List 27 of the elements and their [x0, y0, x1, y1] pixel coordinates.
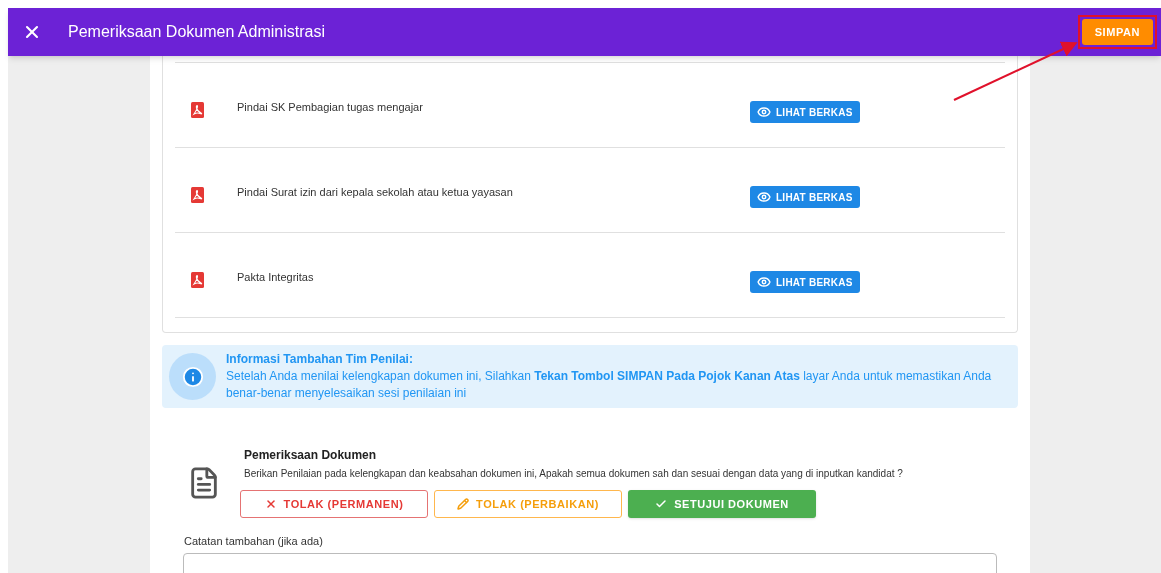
document-name: Pakta Integritas: [237, 270, 315, 285]
pdf-file-icon: [191, 102, 204, 118]
view-file-button[interactable]: LIHAT BERKAS: [750, 271, 860, 293]
decision-button[interactable]: TOLAK (PERMANEN): [240, 490, 428, 518]
review-description: Berikan Penilaian pada kelengkapan dan keabsahan dokumen ini, Apakah semua dokumen sah dan sesuai dengan data yang di inputkan kandidat ?: [244, 467, 903, 481]
pdf-file-icon: [191, 272, 204, 288]
view-file-button[interactable]: LIHAT BERKAS: [750, 101, 860, 123]
decision-button[interactable]: SETUJUI DOKUMEN: [628, 490, 816, 518]
check-icon: [655, 498, 668, 510]
document-name: Pindai Surat izin dari kepala sekolah atau ketua yayasan: [237, 185, 514, 200]
eye-icon: [757, 275, 771, 289]
eye-icon: [757, 105, 771, 119]
eye-icon: [757, 190, 771, 204]
info-title: Informasi Tambahan Tim Penilai:: [226, 351, 414, 368]
save-button[interactable]: SIMPAN: [1081, 19, 1153, 46]
pencil-icon: [457, 498, 470, 510]
notes-field[interactable]: [183, 552, 997, 573]
pdf-file-icon: [191, 187, 204, 203]
decision-button[interactable]: TOLAK (PERBAIKAN): [434, 490, 622, 518]
document-name: Pindai SK Pembagian tugas mengajar: [237, 100, 424, 115]
notes-label: Catatan tambahan (jika ada): [184, 534, 324, 549]
view-file-button[interactable]: LIHAT BERKAS: [750, 186, 860, 208]
info-text: Setelah Anda menilai kelengkapan dokumen ini, Silahkan Tekan Tombol SIMPAN Pada Pojok Kanan Atas layar Anda untuk memastikan Anda benar-benar menyelesaikan sesi penilaian ini: [226, 368, 993, 402]
window-title: Pemeriksaan Dokumen Administrasi: [68, 22, 325, 42]
info-icon: [169, 353, 216, 400]
review-title: Pemeriksaan Dokumen: [244, 447, 378, 464]
close-icon: [264, 498, 277, 510]
